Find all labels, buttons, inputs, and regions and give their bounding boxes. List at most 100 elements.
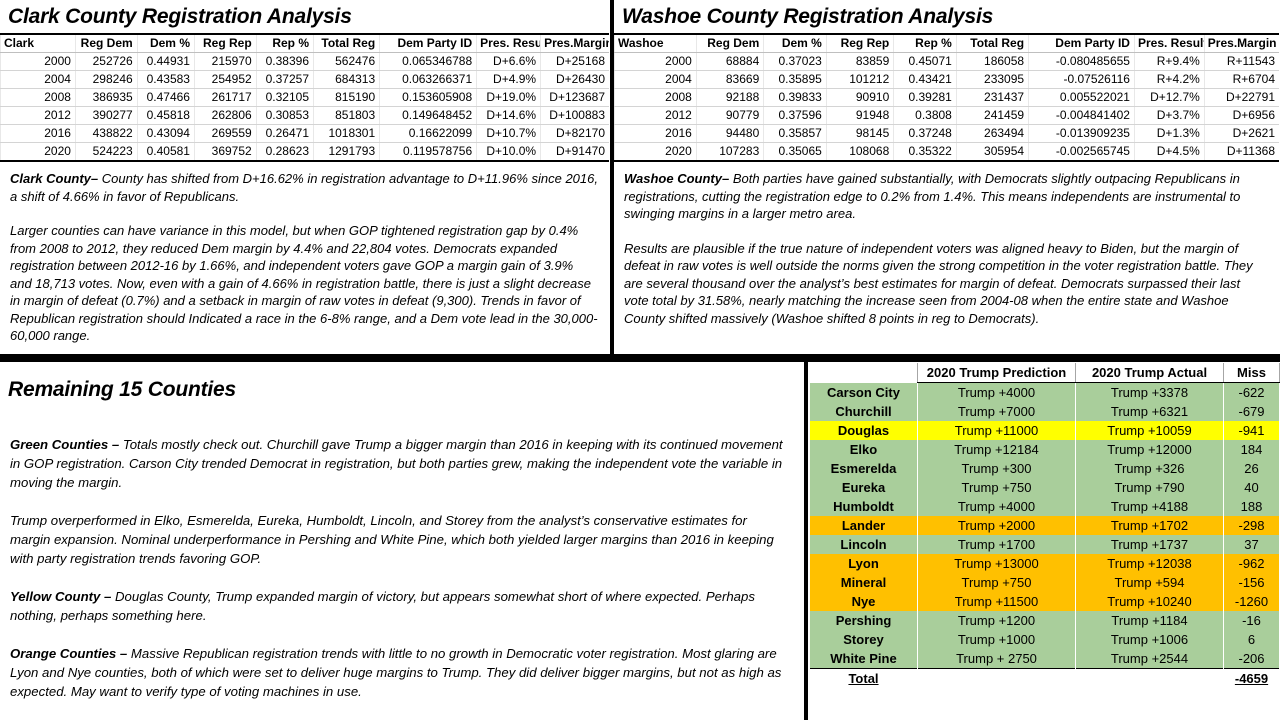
miss-cell: -298 — [1223, 516, 1280, 535]
table-row: 2004 83669 0.35895 101212 0.43421 233095 -0.07… — [614, 70, 1279, 89]
counties-prediction-panel: 2020 Trump Prediction 2020 Trump Actual … — [808, 358, 1280, 720]
year-cell: 2016 — [614, 124, 697, 143]
green-counties-para-2: Trump overperformed in Elko, Esmerelda, … — [10, 513, 774, 566]
actual-cell: Trump +10059 — [1075, 421, 1224, 440]
data-cell: 0.47466 — [136, 88, 195, 107]
table-row: Esmerelda Trump +300 Trump +326 26 — [809, 459, 1280, 478]
data-cell: 233095 — [955, 70, 1029, 89]
table-row: Carson City Trump +4000 Trump +3378 -622 — [809, 382, 1280, 402]
data-cell: 0.35895 — [763, 70, 827, 89]
data-cell: 390277 — [74, 106, 138, 125]
year-cell: 2020 — [614, 142, 697, 162]
prediction-cell: Trump +2000 — [917, 516, 1076, 535]
table-row: Eureka Trump +750 Trump +790 40 — [809, 478, 1280, 497]
table-row: 2020 107283 0.35065 108068 0.35322 305954 -0.0… — [614, 142, 1279, 162]
washoe-col-dem-pct: Dem % — [763, 33, 827, 53]
data-cell: 0.30853 — [255, 106, 314, 125]
data-cell: -0.080485655 — [1028, 52, 1135, 71]
table-row: 2020 524223 0.40581 369752 0.28623 1291793 0.1… — [0, 142, 609, 162]
county-name-cell: White Pine — [809, 649, 918, 669]
miss-cell: 188 — [1223, 497, 1280, 516]
clark-analysis-para-1: Clark County– County has shifted from D+… — [10, 170, 598, 205]
clark-corner-label: Clark — [0, 33, 76, 53]
data-cell: D+10.0% — [476, 142, 541, 162]
data-cell: D+25168 — [540, 52, 609, 71]
clark-col-reg-dem: Reg Dem — [74, 33, 138, 53]
washoe-panel-title: Washoe County Registration Analysis — [622, 5, 994, 28]
county-name-cell: Eureka — [809, 478, 918, 497]
data-cell: 0.153605908 — [379, 88, 477, 107]
table-row: Lincoln Trump +1700 Trump +1737 37 — [809, 535, 1280, 554]
counties-table-wrap: 2020 Trump Prediction 2020 Trump Actual … — [808, 362, 1280, 688]
yellow-county-para-text: Douglas County, Trump expanded margin of… — [10, 589, 755, 623]
table-row: 2000 252726 0.44931 215970 0.38396 562476 0.06… — [0, 52, 609, 71]
data-cell: 0.45071 — [893, 52, 957, 71]
prediction-cell: Trump +4000 — [917, 497, 1076, 516]
data-cell: -0.002565745 — [1028, 142, 1135, 162]
table-row: Storey Trump +1000 Trump +1006 6 — [809, 630, 1280, 649]
year-cell: 2012 — [0, 106, 76, 125]
data-cell: D+26430 — [540, 70, 609, 89]
miss-cell: 26 — [1223, 459, 1280, 478]
washoe-col-pres-result: Pres. Result — [1133, 33, 1205, 53]
data-cell: 92188 — [695, 88, 764, 107]
data-cell: 261717 — [193, 88, 257, 107]
data-cell: 1018301 — [313, 124, 380, 143]
data-cell: 0.44931 — [136, 52, 195, 71]
washoe-header-row: Washoe Reg Dem Dem % Reg Rep Rep % Total… — [614, 33, 1279, 53]
data-cell: D+3.7% — [1133, 106, 1205, 125]
orange-counties-lead: Orange Counties – — [10, 646, 128, 661]
data-cell: 262806 — [193, 106, 257, 125]
data-cell: 386935 — [74, 88, 138, 107]
data-cell: R+4.2% — [1133, 70, 1205, 89]
miss-cell: -16 — [1223, 611, 1280, 630]
data-cell: 254952 — [193, 70, 257, 89]
prediction-cell: Trump +1000 — [917, 630, 1076, 649]
slide-canvas: Clark County Registration Analysis Clark… — [0, 0, 1280, 720]
data-cell: 68884 — [695, 52, 764, 71]
prediction-cell: Trump +1200 — [917, 611, 1076, 630]
data-cell: R+11543 — [1203, 52, 1279, 71]
data-cell: 241459 — [955, 106, 1029, 125]
data-cell: 562476 — [313, 52, 380, 71]
county-name-cell: Lander — [809, 516, 918, 535]
yellow-county-lead: Yellow County – — [10, 589, 112, 604]
actual-cell: Trump +12000 — [1075, 440, 1224, 459]
prediction-cell: Trump +11500 — [917, 592, 1076, 611]
washoe-col-pres-margin: Pres.Margin — [1203, 33, 1279, 53]
table-row: 2008 386935 0.47466 261717 0.32105 815190 0.15… — [0, 88, 609, 107]
data-cell: 0.37023 — [763, 52, 827, 71]
remaining-counties-panel: Remaining 15 Counties Green Counties – T… — [0, 358, 808, 720]
table-row: Total -4659 — [809, 668, 1280, 688]
clark-col-pres-margin: Pres.Margin — [540, 33, 609, 53]
washoe-col-reg-dem: Reg Dem — [695, 33, 764, 53]
county-name-cell: Lincoln — [809, 535, 918, 554]
washoe-corner-label: Washoe — [614, 33, 697, 53]
clark-col-pres-result: Pres. Result — [476, 33, 541, 53]
table-row: Churchill Trump +7000 Trump +6321 -679 — [809, 402, 1280, 421]
data-cell: 0.43583 — [136, 70, 195, 89]
prediction-cell: Trump +12184 — [917, 440, 1076, 459]
data-cell: 0.3808 — [893, 106, 957, 125]
actual-cell: Trump +1702 — [1075, 516, 1224, 535]
data-cell: 94480 — [695, 124, 764, 143]
orange-counties-para: Orange Counties – Massive Republican reg… — [10, 644, 790, 701]
table-row: Elko Trump +12184 Trump +12000 184 — [809, 440, 1280, 459]
data-cell: 0.119578756 — [379, 142, 477, 162]
miss-cell: 40 — [1223, 478, 1280, 497]
remaining-analysis-text: Green Counties – Totals mostly check out… — [0, 406, 804, 701]
year-cell: 2016 — [0, 124, 76, 143]
table-row: 2016 94480 0.35857 98145 0.37248 263494 -0.013… — [614, 124, 1279, 143]
clark-analysis-text: Clark County– County has shifted from D+… — [0, 162, 610, 345]
actual-cell: Trump +6321 — [1075, 402, 1224, 421]
data-cell: 369752 — [193, 142, 257, 162]
prediction-cell: Trump +7000 — [917, 402, 1076, 421]
washoe-table-body: 2000 68884 0.37023 83859 0.45071 186058 -0.080… — [614, 52, 1279, 162]
clark-col-rep-pct: Rep % — [255, 33, 314, 53]
data-cell: D+1.3% — [1133, 124, 1205, 143]
data-cell: 269559 — [193, 124, 257, 143]
miss-cell: -679 — [1223, 402, 1280, 421]
data-cell: D+4.9% — [476, 70, 541, 89]
table-row: 2016 438822 0.43094 269559 0.26471 1018301 0.1… — [0, 124, 609, 143]
data-cell: 83859 — [825, 52, 894, 71]
